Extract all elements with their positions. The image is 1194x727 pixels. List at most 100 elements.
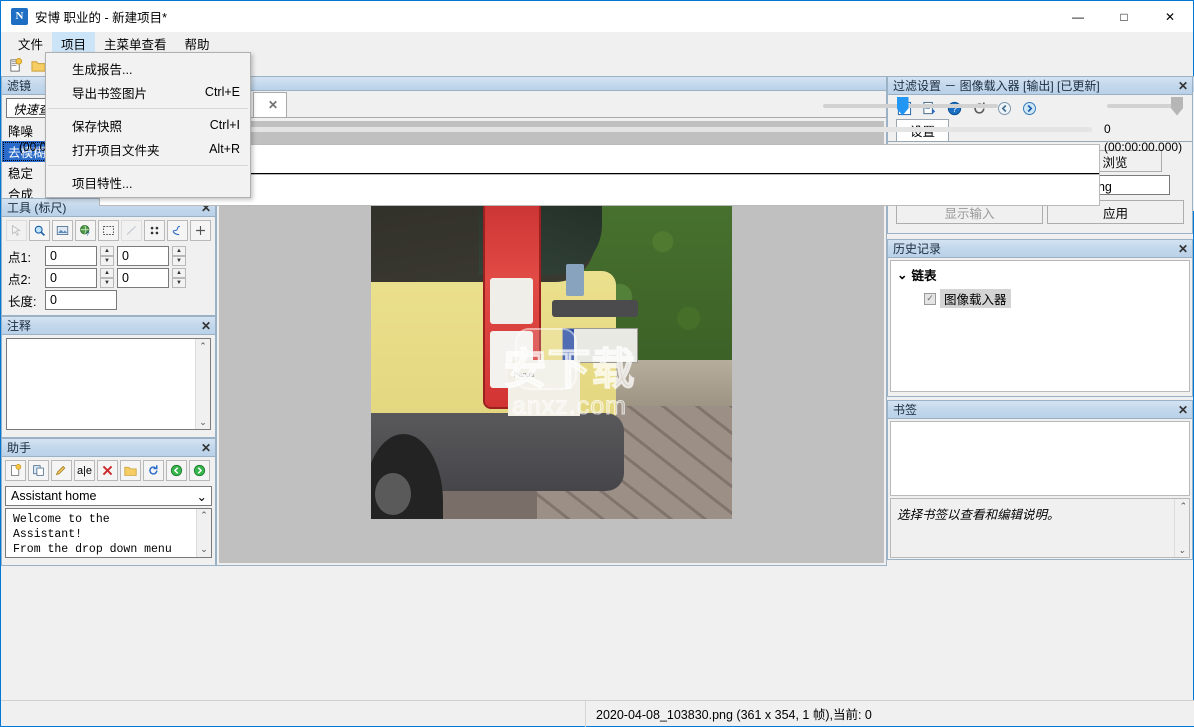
point2-y-stepper[interactable]: ▲ ▼ [172, 268, 186, 288]
close-icon[interactable]: ✕ [201, 442, 211, 454]
menu-item-label: 生成报告... [72, 62, 133, 77]
volume-slider[interactable] [1107, 94, 1183, 118]
magnifier-icon[interactable] [29, 220, 50, 241]
tools-icon-row: ? [2, 217, 215, 244]
stepper-up-icon[interactable]: ▲ [100, 268, 114, 278]
chevron-down-icon[interactable]: ⌄ [197, 489, 207, 504]
close-button[interactable]: ✕ [1147, 1, 1193, 32]
edit-icon[interactable] [51, 460, 72, 481]
checkbox-icon[interactable]: ✓ [924, 292, 936, 305]
new-project-icon[interactable] [5, 56, 25, 75]
close-icon[interactable]: ✕ [268, 98, 278, 112]
line-icon[interactable] [121, 220, 142, 241]
points-icon[interactable] [144, 220, 165, 241]
tools-panel: 工具 (标尺) ✕ ? 点1: 0 ▲ ▼ 0 ▲ ▼ 点2: 0 ▲ ▼ 0 … [1, 198, 216, 316]
back-icon[interactable] [166, 460, 187, 481]
point2-row: 点2: 0 ▲ ▼ 0 ▲ ▼ [2, 266, 215, 288]
history-panel-header: 历史记录 ✕ [888, 240, 1192, 258]
image-taillight-white-upper [490, 278, 534, 325]
open-icon[interactable] [120, 460, 141, 481]
length-input[interactable]: 0 [45, 290, 117, 310]
menu-item-export-bookmark-images[interactable]: 导出书签图片 Ctrl+E [46, 80, 250, 104]
point2-y-input[interactable]: 0 [117, 268, 169, 288]
slider-knob[interactable] [896, 96, 909, 116]
assistant-panel-header: 助手 ✕ [2, 439, 215, 457]
length-row: 长度: 0 [2, 288, 215, 310]
stepper-down-icon[interactable]: ▼ [100, 278, 114, 288]
maximize-button[interactable]: □ [1101, 1, 1147, 32]
timeline-end-time: (00:00:00.000) [1104, 140, 1183, 154]
menu-item-generate-report[interactable]: 生成报告... [46, 56, 250, 80]
menu-item-label: 保存快照 [72, 119, 123, 134]
notes-scrollbar[interactable]: ⌃ ⌄ [195, 339, 210, 429]
stepper-up-icon[interactable]: ▲ [172, 268, 186, 278]
stepper-up-icon[interactable]: ▲ [100, 246, 114, 256]
assistant-panel-title: 助手 [7, 441, 32, 455]
stepper-down-icon[interactable]: ▼ [172, 256, 186, 266]
forward-icon[interactable] [189, 460, 210, 481]
chevron-down-icon[interactable]: ⌄ [897, 267, 907, 282]
globe-icon[interactable]: ? [75, 220, 96, 241]
point2-x-stepper[interactable]: ▲ ▼ [100, 268, 114, 288]
point1-x-input[interactable]: 0 [45, 246, 97, 266]
slider-track [823, 104, 999, 108]
image-car-badge [565, 264, 584, 296]
menu-item-project-properties[interactable]: 项目特性... [46, 170, 250, 194]
stepper-up-icon[interactable]: ▲ [172, 246, 186, 256]
cursor-icon[interactable] [6, 220, 27, 241]
delete-icon[interactable] [97, 460, 118, 481]
menu-item-save-snapshot[interactable]: 保存快照 Ctrl+I [46, 113, 250, 137]
spline-icon[interactable] [167, 220, 188, 241]
point1-y-input[interactable]: 0 [117, 246, 169, 266]
bookmarks-scrollbar[interactable]: ⌃ ⌄ [1174, 499, 1189, 557]
window-controls: — □ ✕ [1055, 1, 1193, 32]
close-icon[interactable]: ✕ [1178, 80, 1188, 92]
assistant-page-select[interactable]: Assistant home ⌄ [5, 486, 212, 506]
scroll-up-icon[interactable]: ⌃ [1175, 499, 1189, 513]
menu-item-accel: Ctrl+E [204, 85, 240, 99]
point1-y-stepper[interactable]: ▲ ▼ [172, 246, 186, 266]
slider-knob[interactable] [1171, 96, 1183, 116]
copy-icon[interactable] [28, 460, 49, 481]
tree-child-node[interactable]: ✓ 图像载入器 [924, 289, 1189, 308]
stepper-down-icon[interactable]: ▼ [100, 256, 114, 266]
notes-textarea[interactable]: ⌃ ⌄ [6, 338, 211, 430]
assistant-page-label: Assistant home [11, 489, 97, 503]
application-window: N 安博 职业的 - 新建项目* — □ ✕ 文件 项目 主菜单查看 帮助 生成… [0, 0, 1194, 727]
image-model-sticker-text: Panda [513, 372, 535, 380]
scroll-down-icon[interactable]: ⌄ [196, 415, 210, 429]
minimize-button[interactable]: — [1055, 1, 1101, 32]
assistant-scrollbar[interactable]: ⌃ ⌄ [196, 509, 211, 557]
image-car-wheel-hub [374, 473, 411, 516]
rename-icon[interactable]: a|e [74, 460, 95, 481]
new-icon[interactable] [5, 460, 26, 481]
scroll-up-icon[interactable]: ⌃ [196, 339, 210, 353]
timeline-track[interactable] [115, 127, 1092, 132]
scroll-down-icon[interactable]: ⌄ [197, 543, 211, 557]
image-license-plate [562, 327, 639, 364]
image-model-sticker: Panda [508, 359, 581, 417]
assistant-content-text: Welcome to the Assistant! From the drop … [13, 513, 172, 556]
next-icon[interactable] [1020, 99, 1038, 117]
history-panel-title: 历史记录 [893, 242, 942, 256]
scroll-up-icon[interactable]: ⌃ [197, 509, 211, 523]
stepper-down-icon[interactable]: ▼ [172, 278, 186, 288]
bookmarks-list[interactable] [890, 421, 1190, 496]
history-tree[interactable]: ⌄ 链表 ✓ 图像载入器 [890, 260, 1190, 392]
close-icon[interactable]: ✕ [1178, 404, 1188, 416]
point2-x-input[interactable]: 0 [45, 268, 97, 288]
refresh-icon[interactable] [143, 460, 164, 481]
bookmarks-panel-title: 书签 [893, 403, 918, 417]
speed-slider[interactable] [823, 94, 999, 118]
close-icon[interactable]: ✕ [1178, 243, 1188, 255]
viewer-tab[interactable]: ✕ [253, 92, 288, 117]
image-icon[interactable] [52, 220, 73, 241]
menu-separator [48, 165, 248, 166]
menu-item-open-project-folder[interactable]: 打开项目文件夹 Alt+R [46, 137, 250, 161]
tree-root-node[interactable]: ⌄ 链表 [897, 265, 1189, 284]
scroll-down-icon[interactable]: ⌄ [1175, 543, 1189, 557]
marquee-icon[interactable] [98, 220, 119, 241]
close-icon[interactable]: ✕ [201, 320, 211, 332]
plus-icon[interactable] [190, 220, 211, 241]
point1-x-stepper[interactable]: ▲ ▼ [100, 246, 114, 266]
